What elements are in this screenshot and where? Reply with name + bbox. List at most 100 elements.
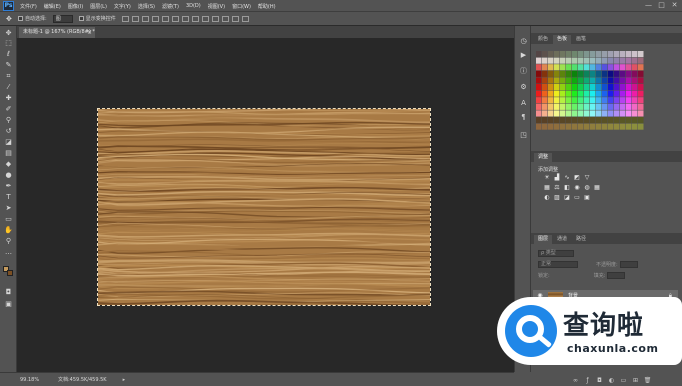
swatch[interactable] <box>536 90 542 97</box>
swatch[interactable] <box>548 117 554 124</box>
menu-item-5[interactable]: 选择(S) <box>138 3 155 11</box>
swatch[interactable] <box>590 84 596 91</box>
swatch[interactable] <box>608 51 614 58</box>
swatch[interactable] <box>626 123 632 130</box>
swatch[interactable] <box>572 84 578 91</box>
swatch[interactable] <box>584 123 590 130</box>
opacity-field[interactable] <box>619 260 638 268</box>
swatch[interactable] <box>536 70 542 77</box>
swatch[interactable] <box>584 51 590 58</box>
swatch[interactable] <box>572 123 578 130</box>
info-icon[interactable]: ⓘ <box>518 66 529 76</box>
swatch[interactable] <box>572 97 578 104</box>
clone-stamp-tool-icon[interactable]: ⚲ <box>3 116 14 125</box>
swatch[interactable] <box>620 110 626 117</box>
swatch[interactable] <box>536 64 542 71</box>
swatch[interactable] <box>566 70 572 77</box>
swatch[interactable] <box>590 117 596 124</box>
swatch[interactable] <box>566 84 572 91</box>
swatch[interactable] <box>632 110 638 117</box>
brush-tool-icon[interactable]: ✐ <box>3 105 14 114</box>
swatch[interactable] <box>554 103 560 110</box>
add-mask-icon[interactable]: ◘ <box>595 377 604 384</box>
swatch-grid-graphic[interactable] <box>536 51 646 133</box>
move-tool-icon[interactable]: ✥ <box>6 15 14 23</box>
swatch[interactable] <box>554 97 560 104</box>
swatch[interactable] <box>626 97 632 104</box>
swatch[interactable] <box>590 64 596 71</box>
swatch[interactable] <box>638 90 644 97</box>
swatch[interactable] <box>638 117 644 124</box>
move-tool-icon[interactable]: ✥ <box>3 29 14 38</box>
libraries-icon[interactable]: ◳ <box>518 130 529 140</box>
swatch[interactable] <box>632 90 638 97</box>
swatch[interactable] <box>608 97 614 104</box>
swatch[interactable] <box>620 77 626 84</box>
swatch[interactable] <box>554 110 560 117</box>
swatch[interactable] <box>536 84 542 91</box>
swatch[interactable] <box>638 57 644 64</box>
swatch[interactable] <box>638 84 644 91</box>
swatch[interactable] <box>548 90 554 97</box>
tab-layers[interactable]: 图层 <box>534 235 553 244</box>
swatch[interactable] <box>632 64 638 71</box>
swatch[interactable] <box>566 90 572 97</box>
align-top-icon[interactable] <box>121 15 129 22</box>
character-icon[interactable]: A <box>518 98 529 108</box>
swatch[interactable] <box>542 123 548 130</box>
swatch[interactable] <box>566 64 572 71</box>
swatch[interactable] <box>560 117 566 124</box>
swatch[interactable] <box>590 97 596 104</box>
exposure-icon[interactable]: ◩ <box>573 174 581 181</box>
swatch[interactable] <box>620 70 626 77</box>
distribute-right-icon[interactable] <box>231 15 239 22</box>
blend-mode-dropdown[interactable]: 正常 <box>538 260 578 268</box>
swatch[interactable] <box>602 123 608 130</box>
swatch[interactable] <box>596 90 602 97</box>
brightness-contrast-icon[interactable]: ☀ <box>543 174 551 181</box>
swatch[interactable] <box>638 70 644 77</box>
swatch[interactable] <box>542 84 548 91</box>
swatch[interactable] <box>578 64 584 71</box>
swatch[interactable] <box>584 57 590 64</box>
swatch[interactable] <box>542 117 548 124</box>
swatch[interactable] <box>620 123 626 130</box>
swatch[interactable] <box>590 51 596 58</box>
swatch[interactable] <box>560 70 566 77</box>
levels-icon[interactable]: ▟ <box>553 174 561 181</box>
swatch[interactable] <box>566 97 572 104</box>
menu-item-7[interactable]: 3D(D) <box>186 3 201 11</box>
gradient-tool-icon[interactable]: ▤ <box>3 149 14 158</box>
swatch[interactable] <box>560 123 566 130</box>
swatch[interactable] <box>632 70 638 77</box>
swatch[interactable] <box>554 70 560 77</box>
swatch[interactable] <box>590 110 596 117</box>
swatch[interactable] <box>554 51 560 58</box>
menu-item-6[interactable]: 滤镜(T) <box>162 3 179 11</box>
tab-paths[interactable]: 路径 <box>572 235 590 244</box>
swatch[interactable] <box>596 110 602 117</box>
swatch[interactable] <box>536 117 542 124</box>
swatch[interactable] <box>560 57 566 64</box>
screen-mode-icon[interactable]: ▣ <box>3 300 14 309</box>
swatch[interactable] <box>578 57 584 64</box>
layer-style-icon[interactable]: ƒ <box>583 377 592 384</box>
menu-item-10[interactable]: 帮助(H) <box>258 3 276 11</box>
shape-tool-icon[interactable]: ▭ <box>3 215 14 224</box>
eyedropper-tool-icon[interactable]: ⁄ <box>3 83 14 92</box>
tab-brushes[interactable]: 画笔 <box>572 35 590 44</box>
swatch[interactable] <box>584 84 590 91</box>
align-center-icon[interactable] <box>161 15 169 22</box>
swatch[interactable] <box>536 103 542 110</box>
distribute-center-icon[interactable] <box>221 15 229 22</box>
marquee-tool-icon[interactable]: ⬚ <box>3 39 14 48</box>
swatch[interactable] <box>584 117 590 124</box>
swatch[interactable] <box>614 110 620 117</box>
swatch[interactable] <box>602 57 608 64</box>
menu-item-9[interactable]: 窗口(W) <box>232 3 251 11</box>
swatch[interactable] <box>560 97 566 104</box>
distribute-top-icon[interactable] <box>181 15 189 22</box>
swatch[interactable] <box>620 117 626 124</box>
swatch[interactable] <box>572 64 578 71</box>
swatch[interactable] <box>632 103 638 110</box>
